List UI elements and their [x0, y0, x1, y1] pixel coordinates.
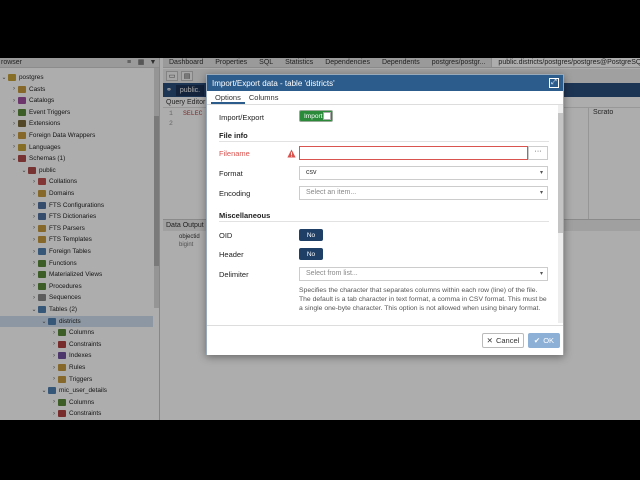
- dialog-footer: ✕ Cancel ✔ OK: [207, 325, 563, 355]
- pgadmin-window: rowser ≡ ▦ ▼ ⌄ postgres › Casts › Catalogs › Ev…: [0, 58, 640, 420]
- format-select[interactable]: csv ▾: [299, 166, 548, 180]
- import-export-dialog: Import/Export data - table 'districts' ⤢…: [206, 74, 564, 355]
- check-icon: ✔: [533, 336, 541, 345]
- import-toggle-label: Import: [304, 112, 323, 120]
- maximize-icon[interactable]: ⤢: [549, 78, 559, 88]
- header-label: Header: [219, 250, 244, 259]
- cancel-label: Cancel: [495, 336, 520, 345]
- filename-label: Filename: [219, 149, 250, 158]
- oid-toggle-value: No: [306, 231, 316, 239]
- encoding-placeholder: Select an item...: [306, 189, 357, 196]
- warning-icon: [287, 149, 296, 158]
- delimiter-placeholder: Select from list...: [306, 270, 358, 277]
- format-label: Format: [219, 169, 243, 178]
- chevron-down-icon: ▾: [539, 170, 543, 176]
- dialog-title: Import/Export data - table 'districts': [212, 78, 335, 88]
- import-export-label: Import/Export: [219, 113, 265, 122]
- delimiter-select[interactable]: Select from list... ▾: [299, 267, 548, 281]
- encoding-select[interactable]: Select an item... ▾: [299, 186, 548, 200]
- oid-toggle[interactable]: No: [299, 229, 323, 241]
- section-divider: [219, 221, 549, 222]
- delimiter-help-text: Specifies the character that separates c…: [299, 287, 547, 312]
- dialog-tabs: Options Columns: [207, 91, 563, 105]
- file-info-title: File info: [219, 131, 248, 140]
- toggle-knob: [323, 112, 331, 120]
- tab-options[interactable]: Options: [211, 91, 245, 104]
- section-divider: [219, 141, 549, 142]
- header-toggle-value: No: [306, 250, 316, 258]
- encoding-label: Encoding: [219, 189, 251, 198]
- cancel-button[interactable]: ✕ Cancel: [482, 333, 524, 348]
- filename-input[interactable]: [299, 146, 528, 160]
- dialog-title-bar: Import/Export data - table 'districts' ⤢: [207, 75, 563, 91]
- header-toggle[interactable]: No: [299, 248, 323, 260]
- tab-columns[interactable]: Columns: [245, 91, 283, 104]
- chevron-down-icon: ▾: [539, 190, 543, 196]
- ok-button[interactable]: ✔ OK: [528, 333, 560, 348]
- oid-label: OID: [219, 231, 233, 240]
- ok-label: OK: [543, 336, 555, 345]
- close-icon: ✕: [486, 336, 493, 345]
- chevron-down-icon: ▾: [539, 271, 543, 277]
- delimiter-label: Delimiter: [219, 270, 249, 279]
- miscellaneous-title: Miscellaneous: [219, 211, 271, 220]
- browse-file-button[interactable]: ···: [528, 146, 548, 160]
- dialog-scrollbar[interactable]: [558, 105, 563, 323]
- dialog-body: Import/Export Import File info Filename …: [207, 105, 557, 323]
- dialog-scrollbar-thumb[interactable]: [558, 113, 563, 233]
- format-value: csv: [306, 169, 317, 176]
- import-export-toggle[interactable]: Import: [299, 110, 333, 122]
